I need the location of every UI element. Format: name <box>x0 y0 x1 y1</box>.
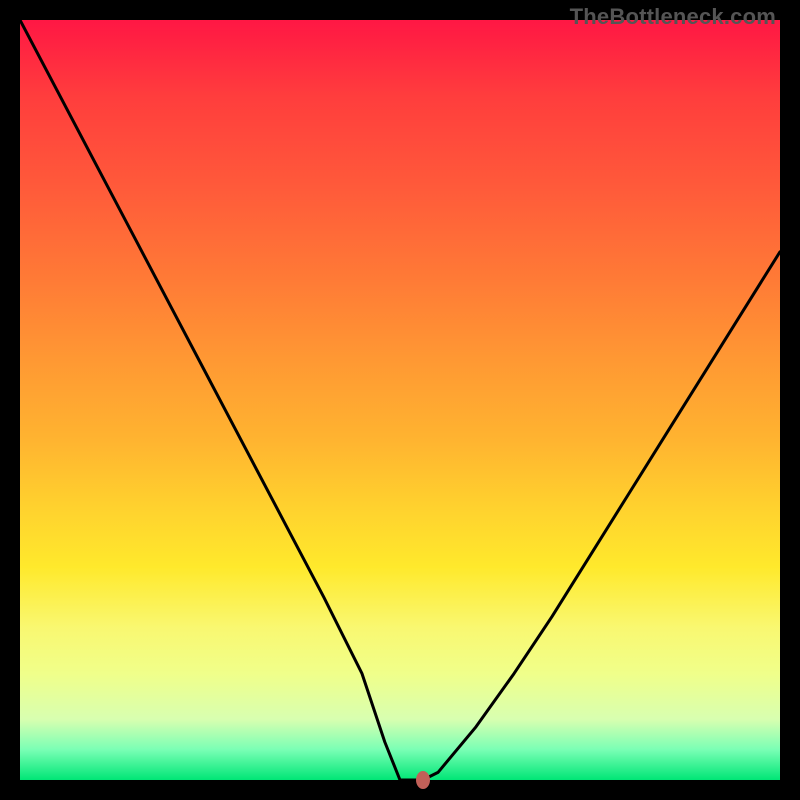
bottleneck-curve <box>20 20 780 780</box>
chart-frame: TheBottleneck.com <box>0 0 800 800</box>
optimal-point-marker <box>416 771 430 789</box>
watermark-text: TheBottleneck.com <box>570 4 776 30</box>
plot-area <box>20 20 780 780</box>
